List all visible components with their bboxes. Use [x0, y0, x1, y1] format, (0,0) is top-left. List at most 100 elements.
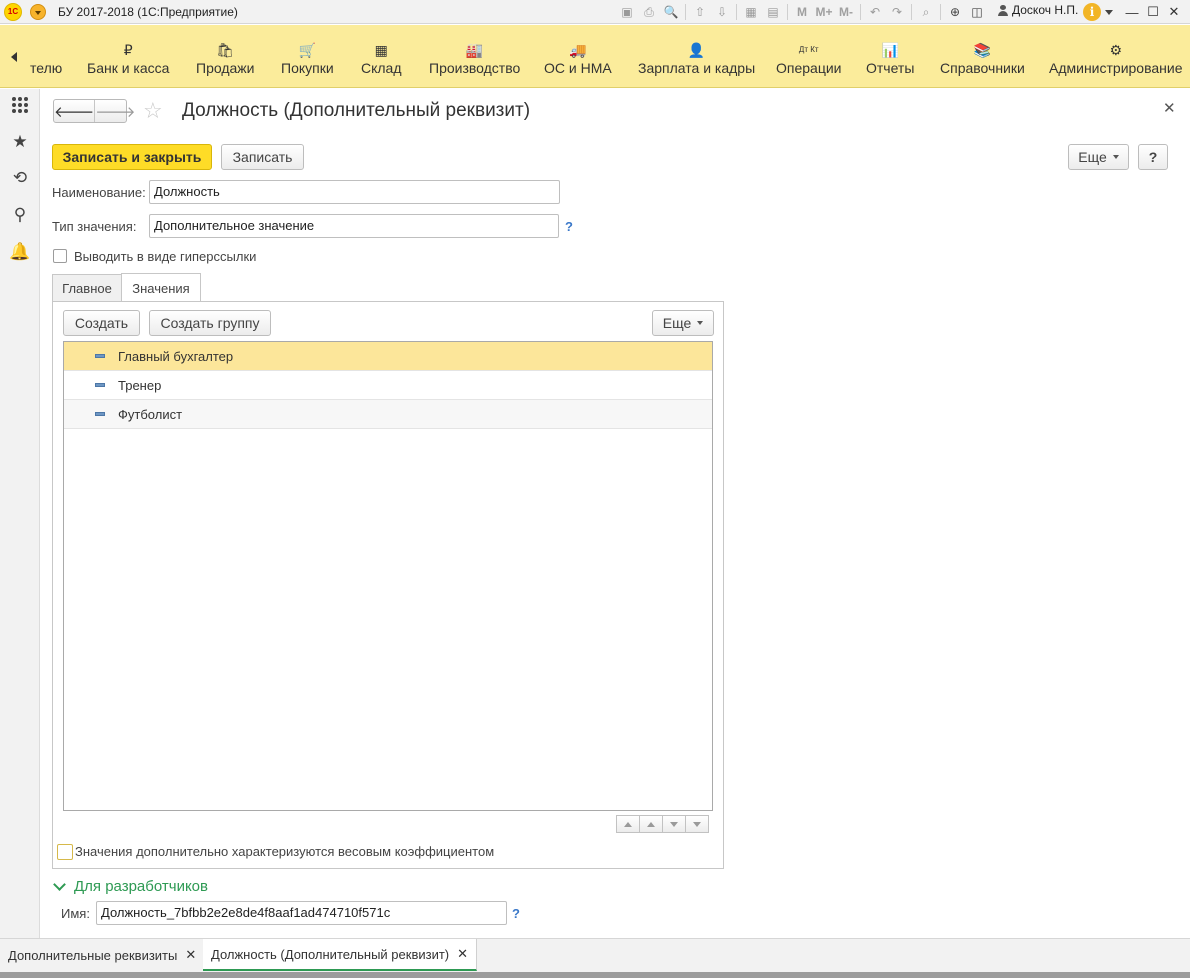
- save-icon[interactable]: ▣: [616, 3, 638, 21]
- section-operations[interactable]: Дт Кт Операции: [776, 25, 842, 88]
- close-window-button[interactable]: ✕: [1164, 3, 1184, 21]
- main-menu-button[interactable]: [30, 3, 46, 20]
- memory-plus-button[interactable]: M+: [813, 3, 835, 21]
- close-form-icon[interactable]: ✕: [1163, 99, 1176, 117]
- help-button[interactable]: ?: [1138, 144, 1168, 170]
- memory-button[interactable]: M: [791, 3, 813, 21]
- section-label: телю: [30, 60, 63, 76]
- chevron-down-icon: [1112, 155, 1119, 159]
- table-row[interactable]: Тренер: [64, 371, 712, 400]
- save-and-close-button[interactable]: Записать и закрыть: [52, 144, 212, 170]
- more-label: Еще: [1078, 149, 1107, 165]
- search-icon[interactable]: ⚲: [8, 203, 32, 227]
- section-sales[interactable]: 🛍 Продажи: [196, 25, 254, 88]
- current-user[interactable]: Доскоч Н.П.: [998, 3, 1078, 17]
- value-item-icon: [95, 383, 105, 387]
- section-label: Справочники: [940, 60, 1025, 76]
- preview-icon[interactable]: 🔍: [660, 3, 682, 21]
- all-functions-grid-icon[interactable]: [8, 93, 32, 117]
- section-administration[interactable]: ⚙ Администрирование: [1049, 25, 1183, 88]
- calendar-icon[interactable]: ▤: [762, 3, 784, 21]
- history-icon[interactable]: ⟲: [8, 166, 32, 190]
- ruble-icon: ₽: [123, 42, 133, 58]
- section-label: Операции: [776, 60, 842, 76]
- tab-main[interactable]: Главное: [52, 274, 122, 302]
- 1c-logo-icon: 1С: [4, 2, 22, 21]
- developers-section-toggle[interactable]: Для разработчиков: [53, 877, 208, 895]
- section-references[interactable]: 📚 Справочники: [940, 25, 1025, 88]
- print-icon[interactable]: ⎙: [638, 3, 660, 21]
- maximize-button[interactable]: ☐: [1143, 3, 1163, 21]
- values-more-button[interactable]: Еще: [652, 310, 714, 336]
- value-item-icon: [95, 354, 105, 358]
- favorites-star-icon[interactable]: ★: [8, 130, 32, 154]
- section-fixed-assets[interactable]: 🚚 ОС и НМА: [544, 25, 612, 88]
- user-name: Доскоч Н.П.: [1012, 3, 1079, 17]
- navigation-buttons: 🡐 🡒: [53, 99, 135, 123]
- calculator-icon[interactable]: ▦: [740, 3, 762, 21]
- download-icon[interactable]: ⇩: [711, 3, 733, 21]
- more-menu-button[interactable]: Еще: [1068, 144, 1129, 170]
- dev-name-input[interactable]: Должность_7bfbb2e2e8de4f8aaf1ad474710f57…: [96, 901, 507, 925]
- section-reports[interactable]: 📊 Отчеты: [866, 25, 914, 88]
- favorite-star-icon[interactable]: ☆: [143, 99, 163, 123]
- panels-icon[interactable]: ◫: [966, 3, 988, 21]
- redo-icon[interactable]: ↷: [886, 3, 908, 21]
- undo-icon[interactable]: ↶: [864, 3, 886, 21]
- chevron-down-icon: [53, 877, 66, 891]
- section-partial[interactable]: телю: [30, 25, 62, 88]
- section-bank-cash[interactable]: ₽ Банк и касса: [87, 25, 169, 88]
- close-icon[interactable]: ✕: [457, 946, 468, 962]
- scroll-left-arrow-icon[interactable]: [0, 25, 28, 88]
- app-title: БУ 2017-2018 (1С:Предприятие): [58, 4, 238, 19]
- create-group-button[interactable]: Создать группу: [149, 310, 271, 336]
- tool-panel: ★ ⟲ ⚲ 🔔: [0, 89, 40, 938]
- values-tab-panel: Создать Создать группу Еще Главный бухга…: [52, 301, 724, 869]
- minimize-button[interactable]: —: [1122, 3, 1142, 21]
- move-to-top-icon[interactable]: [616, 815, 640, 833]
- back-arrow-icon[interactable]: 🡐: [54, 100, 94, 122]
- toolbar-divider: [860, 4, 861, 20]
- name-input[interactable]: Должность: [149, 180, 560, 204]
- row-move-buttons: [616, 815, 709, 833]
- open-window-tab[interactable]: Дополнительные реквизиты ✕: [0, 939, 206, 971]
- search-icon[interactable]: ⌕: [915, 3, 937, 21]
- type-help-icon[interactable]: ?: [565, 219, 573, 234]
- hyperlink-checkbox[interactable]: [53, 249, 67, 263]
- upload-icon[interactable]: ⇧: [689, 3, 711, 21]
- open-window-tab-active[interactable]: Должность (Дополнительный реквизит) ✕: [203, 939, 478, 971]
- create-button[interactable]: Создать: [63, 310, 140, 336]
- table-row[interactable]: Футболист: [64, 400, 712, 429]
- dev-name-help-icon[interactable]: ?: [512, 906, 520, 921]
- chevron-down-icon[interactable]: [1105, 10, 1113, 15]
- close-icon[interactable]: ✕: [185, 947, 196, 963]
- toolbar-divider: [685, 4, 686, 20]
- weight-coefficient-checkbox[interactable]: [57, 844, 73, 860]
- notifications-bell-icon[interactable]: 🔔: [8, 240, 32, 264]
- move-to-bottom-icon[interactable]: [685, 815, 709, 833]
- zoom-icon[interactable]: ⊕: [944, 3, 966, 21]
- person-icon: 👤: [687, 42, 706, 58]
- toolbar-divider: [911, 4, 912, 20]
- save-button[interactable]: Записать: [221, 144, 304, 170]
- tab-values[interactable]: Значения: [121, 273, 201, 302]
- section-label: Продажи: [196, 60, 255, 76]
- developers-section-title: Для разработчиков: [74, 878, 208, 895]
- move-up-icon[interactable]: [639, 815, 663, 833]
- move-down-icon[interactable]: [662, 815, 686, 833]
- memory-minus-button[interactable]: M-: [835, 3, 857, 21]
- value-type-input[interactable]: Дополнительное значение: [149, 214, 559, 238]
- section-production[interactable]: 🏭 Производство: [429, 25, 520, 88]
- section-purchases[interactable]: 🛒 Покупки: [281, 25, 334, 88]
- books-icon: 📚: [973, 42, 992, 58]
- type-label: Тип значения:: [52, 219, 137, 234]
- section-warehouse[interactable]: ▦ Склад: [361, 25, 402, 88]
- section-label: Отчеты: [866, 60, 915, 76]
- table-row[interactable]: Главный бухгалтер: [64, 342, 712, 371]
- info-icon[interactable]: i: [1083, 3, 1101, 21]
- forward-arrow-icon[interactable]: 🡒: [94, 100, 135, 122]
- toolbar-divider: [940, 4, 941, 20]
- values-table[interactable]: Главный бухгалтер Тренер Футболист: [63, 341, 713, 833]
- value-item-icon: [95, 412, 105, 416]
- section-salary-hr[interactable]: 👤 Зарплата и кадры: [638, 25, 755, 88]
